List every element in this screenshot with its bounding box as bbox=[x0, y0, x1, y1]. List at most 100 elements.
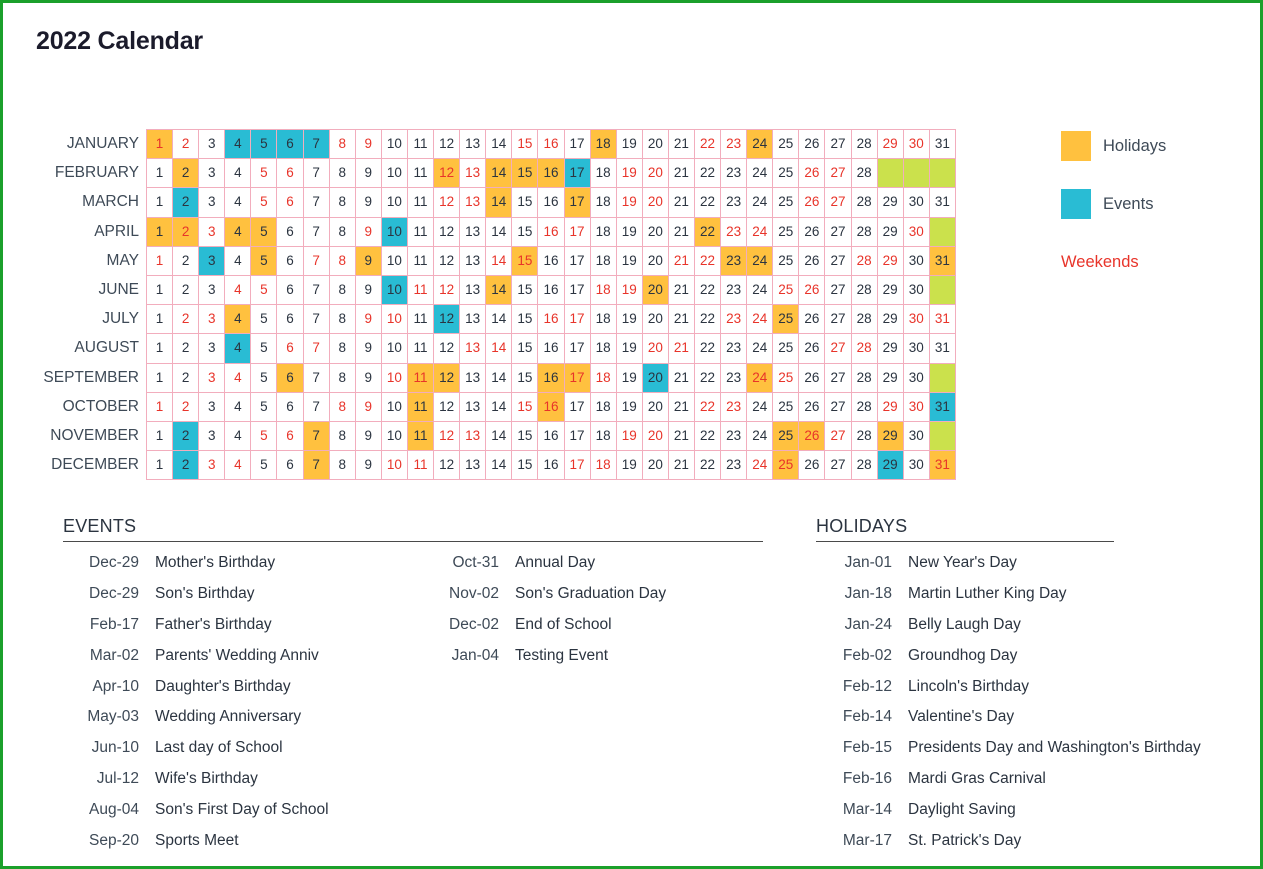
day-cell-holiday[interactable]: 14 bbox=[485, 274, 513, 306]
day-cell-holiday[interactable]: 2 bbox=[172, 158, 200, 189]
day-cell[interactable]: 15 bbox=[511, 420, 539, 452]
day-cell[interactable]: 20 bbox=[641, 245, 669, 276]
day-cell[interactable]: 16 bbox=[537, 274, 565, 306]
day-cell[interactable]: 25 bbox=[772, 158, 800, 189]
day-cell[interactable]: 23 bbox=[720, 129, 748, 160]
day-cell[interactable]: 21 bbox=[667, 158, 695, 189]
day-cell[interactable]: 18 bbox=[589, 362, 617, 393]
day-cell[interactable]: 22 bbox=[693, 274, 722, 306]
day-cell[interactable]: 28 bbox=[850, 391, 878, 422]
day-cell-holiday[interactable]: 7 bbox=[302, 420, 330, 452]
day-cell-holiday[interactable]: 24 bbox=[746, 245, 774, 276]
day-cell[interactable]: 19 bbox=[615, 187, 643, 218]
day-cell[interactable]: 27 bbox=[824, 158, 852, 189]
day-cell[interactable]: 26 bbox=[798, 245, 826, 276]
day-cell[interactable]: 12 bbox=[433, 129, 461, 160]
day-cell[interactable]: 28 bbox=[850, 450, 878, 481]
day-cell[interactable]: 29 bbox=[876, 274, 904, 306]
day-cell[interactable]: 24 bbox=[746, 158, 774, 189]
day-cell[interactable]: 25 bbox=[772, 391, 800, 422]
day-cell[interactable]: 1 bbox=[146, 274, 174, 306]
day-cell[interactable]: 21 bbox=[667, 187, 695, 218]
day-cell[interactable]: 18 bbox=[589, 304, 617, 335]
day-cell[interactable]: 12 bbox=[433, 274, 461, 306]
day-cell[interactable]: 19 bbox=[615, 450, 643, 481]
day-cell[interactable]: 22 bbox=[693, 362, 722, 393]
day-cell-holiday[interactable]: 14 bbox=[485, 187, 513, 218]
day-cell[interactable]: 6 bbox=[276, 274, 304, 306]
day-cell-event[interactable]: 5 bbox=[250, 129, 278, 160]
day-cell[interactable]: 28 bbox=[850, 129, 878, 160]
day-cell[interactable]: 7 bbox=[302, 362, 330, 393]
day-cell-holiday[interactable]: 4 bbox=[224, 216, 252, 247]
day-cell[interactable]: 2 bbox=[172, 274, 200, 306]
day-cell[interactable]: 27 bbox=[824, 391, 852, 422]
day-cell[interactable]: 3 bbox=[198, 450, 226, 481]
day-cell[interactable]: 26 bbox=[798, 274, 826, 306]
day-cell[interactable]: 8 bbox=[328, 420, 356, 452]
day-cell[interactable]: 21 bbox=[667, 391, 695, 422]
day-cell[interactable]: 28 bbox=[850, 333, 878, 364]
day-cell-holiday[interactable]: 31 bbox=[928, 450, 956, 481]
day-cell[interactable]: 11 bbox=[406, 158, 435, 189]
day-cell[interactable]: 21 bbox=[667, 245, 695, 276]
day-cell[interactable]: 28 bbox=[850, 274, 878, 306]
day-cell[interactable]: 23 bbox=[720, 274, 748, 306]
day-cell-holiday[interactable]: 17 bbox=[563, 187, 591, 218]
day-cell[interactable]: 5 bbox=[250, 304, 278, 335]
day-cell[interactable]: 11 bbox=[406, 450, 435, 481]
day-cell[interactable]: 1 bbox=[146, 245, 174, 276]
day-cell[interactable]: 20 bbox=[641, 216, 669, 247]
day-cell[interactable]: 11 bbox=[406, 129, 435, 160]
day-cell[interactable]: 31 bbox=[928, 304, 956, 335]
day-cell-holiday[interactable]: 15 bbox=[511, 245, 539, 276]
day-cell[interactable]: 10 bbox=[380, 450, 408, 481]
day-cell[interactable]: 30 bbox=[902, 274, 930, 306]
day-cell[interactable]: 7 bbox=[302, 158, 330, 189]
day-cell[interactable]: 19 bbox=[615, 216, 643, 247]
day-cell[interactable]: 28 bbox=[850, 158, 878, 189]
day-cell[interactable]: 18 bbox=[589, 245, 617, 276]
day-cell[interactable]: 24 bbox=[746, 187, 774, 218]
day-cell[interactable]: 3 bbox=[198, 129, 226, 160]
day-cell[interactable]: 17 bbox=[563, 420, 591, 452]
day-cell[interactable]: 13 bbox=[459, 158, 487, 189]
day-cell[interactable]: 10 bbox=[380, 391, 408, 422]
day-cell[interactable]: 26 bbox=[798, 187, 826, 218]
day-cell[interactable]: 8 bbox=[328, 362, 356, 393]
day-cell[interactable]: 22 bbox=[693, 129, 722, 160]
day-cell[interactable]: 10 bbox=[380, 333, 408, 364]
day-cell[interactable]: 1 bbox=[146, 158, 174, 189]
day-cell[interactable]: 2 bbox=[172, 362, 200, 393]
day-cell[interactable]: 8 bbox=[328, 216, 356, 247]
day-cell[interactable]: 6 bbox=[276, 304, 304, 335]
day-cell[interactable]: 12 bbox=[433, 216, 461, 247]
day-cell[interactable]: 9 bbox=[354, 333, 382, 364]
day-cell[interactable]: 6 bbox=[276, 245, 304, 276]
day-cell[interactable]: 7 bbox=[302, 187, 330, 218]
day-cell-event[interactable]: 2 bbox=[172, 420, 200, 452]
day-cell[interactable]: 6 bbox=[276, 216, 304, 247]
day-cell-event[interactable]: 3 bbox=[198, 245, 226, 276]
day-cell[interactable]: 24 bbox=[746, 420, 774, 452]
day-cell[interactable]: 30 bbox=[902, 129, 930, 160]
day-cell-holiday[interactable]: 15 bbox=[511, 158, 539, 189]
day-cell-holiday[interactable]: 17 bbox=[563, 362, 591, 393]
day-cell[interactable]: 8 bbox=[328, 333, 356, 364]
day-cell-holiday[interactable]: 23 bbox=[720, 245, 748, 276]
day-cell[interactable]: 1 bbox=[146, 304, 174, 335]
day-cell[interactable]: 21 bbox=[667, 333, 695, 364]
day-cell[interactable]: 30 bbox=[902, 362, 930, 393]
day-cell[interactable]: 20 bbox=[641, 450, 669, 481]
day-cell-holiday[interactable]: 11 bbox=[406, 420, 435, 452]
day-cell[interactable]: 9 bbox=[354, 129, 382, 160]
day-cell-holiday[interactable]: 5 bbox=[250, 216, 278, 247]
day-cell-holiday[interactable]: 11 bbox=[406, 362, 435, 393]
day-cell[interactable]: 19 bbox=[615, 333, 643, 364]
day-cell[interactable]: 25 bbox=[772, 129, 800, 160]
day-cell[interactable]: 8 bbox=[328, 391, 356, 422]
day-cell[interactable]: 14 bbox=[485, 333, 513, 364]
day-cell-holiday[interactable]: 16 bbox=[537, 391, 565, 422]
day-cell-event[interactable]: 29 bbox=[876, 450, 904, 481]
day-cell[interactable]: 20 bbox=[641, 391, 669, 422]
